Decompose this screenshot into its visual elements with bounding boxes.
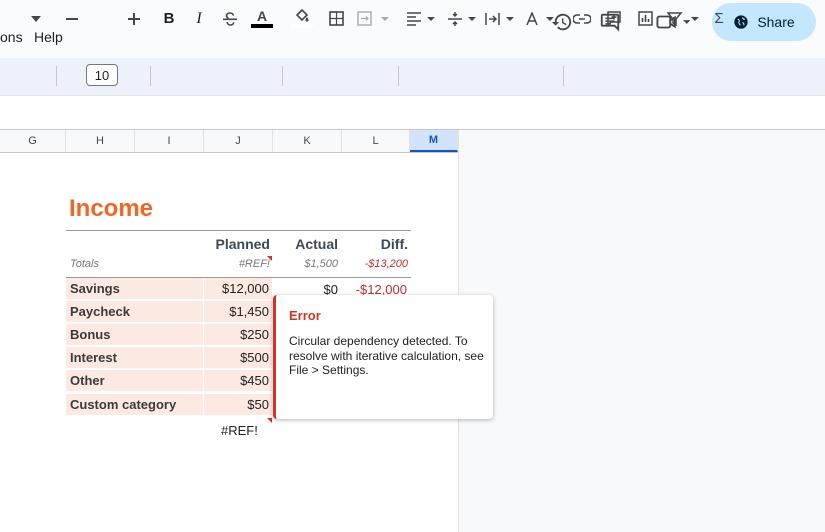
borders-icon[interactable] xyxy=(326,0,346,37)
font-size-input[interactable]: 10 xyxy=(86,64,118,86)
decrease-font-size-icon[interactable] xyxy=(63,0,81,37)
toolbar-divider xyxy=(398,66,399,86)
column-header-k[interactable]: K xyxy=(273,130,342,152)
row-planned[interactable]: $500 xyxy=(204,347,272,369)
header-planned[interactable]: Planned xyxy=(204,236,270,252)
toolbar xyxy=(0,58,825,95)
toolbar-divider xyxy=(56,66,57,86)
error-popup-message: Circular dependency detected. To resolve… xyxy=(289,334,484,377)
insert-comment-icon[interactable] xyxy=(603,0,625,37)
sheet-empty-area xyxy=(458,130,825,532)
row-label[interactable]: Custom category xyxy=(66,394,203,416)
ref-error-cell[interactable]: #REF! xyxy=(221,423,258,438)
totals-label[interactable]: Totals xyxy=(70,258,99,270)
totals-actual[interactable]: $1,500 xyxy=(273,258,338,270)
text-color-icon[interactable]: A xyxy=(250,0,274,37)
column-header-l[interactable]: L xyxy=(342,130,410,152)
sheet-title: Income xyxy=(69,195,154,222)
row-label[interactable]: Paycheck xyxy=(66,301,203,323)
row-planned[interactable]: $12,000 xyxy=(204,278,272,300)
error-indicator-icon xyxy=(267,418,272,423)
error-indicator-icon xyxy=(267,256,272,261)
column-header-h[interactable]: H xyxy=(66,130,135,152)
header-actual[interactable]: Actual xyxy=(273,236,338,252)
bold-icon[interactable]: B xyxy=(160,0,178,37)
row-label[interactable]: Savings xyxy=(66,278,203,300)
toolbar-divider xyxy=(563,66,564,86)
row-label[interactable]: Bonus xyxy=(66,324,203,346)
totals-diff[interactable]: -$13,200 xyxy=(342,258,408,270)
filter-icon[interactable] xyxy=(666,0,702,37)
fill-color-icon[interactable] xyxy=(290,0,314,37)
merge-cells-icon[interactable] xyxy=(356,0,392,37)
strikethrough-icon[interactable] xyxy=(220,0,240,37)
toolbar-divider xyxy=(282,66,283,86)
column-headers: G H I J K L M xyxy=(0,130,458,153)
row-planned[interactable]: $1,450 xyxy=(204,301,272,323)
share-label: Share xyxy=(757,14,795,30)
row-planned[interactable]: $250 xyxy=(204,324,272,346)
insert-link-icon[interactable] xyxy=(571,0,593,37)
text-rotation-icon[interactable] xyxy=(524,0,556,37)
insert-chart-icon[interactable] xyxy=(634,0,656,37)
totals-planned[interactable]: #REF! xyxy=(204,258,270,270)
table-top-rule xyxy=(66,230,411,231)
row-planned[interactable]: $50 xyxy=(204,394,272,416)
functions-sigma-icon[interactable]: Σ xyxy=(710,0,728,37)
globe-icon xyxy=(734,15,748,29)
horizontal-align-icon[interactable] xyxy=(405,0,437,37)
italic-icon[interactable]: I xyxy=(190,0,208,37)
toolbar-divider xyxy=(150,66,151,86)
error-popup-title: Error xyxy=(289,308,321,323)
column-header-g[interactable]: G xyxy=(0,130,66,152)
row-planned[interactable]: $450 xyxy=(204,370,272,392)
row-label[interactable]: Interest xyxy=(66,347,203,369)
row-label[interactable]: Other xyxy=(66,370,203,392)
increase-font-size-icon[interactable] xyxy=(125,0,143,37)
column-header-j[interactable]: J xyxy=(204,130,273,152)
column-header-m[interactable]: M xyxy=(410,130,458,152)
font-dropdown-arrow-icon[interactable] xyxy=(28,0,44,37)
formula-bar[interactable] xyxy=(0,95,825,130)
error-popup: Error Circular dependency detected. To r… xyxy=(273,295,493,419)
column-header-i[interactable]: I xyxy=(135,130,204,152)
header-diff[interactable]: Diff. xyxy=(342,236,408,252)
text-wrapping-icon[interactable] xyxy=(484,0,516,37)
vertical-align-icon[interactable] xyxy=(446,0,478,37)
menu-item-extensions[interactable]: ons xyxy=(0,29,23,45)
